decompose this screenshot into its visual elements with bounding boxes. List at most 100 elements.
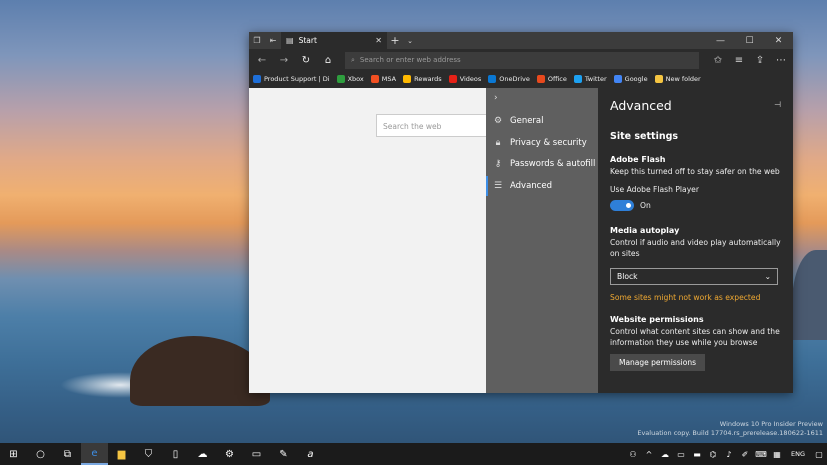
start-page: Search the web — [249, 88, 486, 393]
back-icon[interactable]: ← — [251, 55, 273, 66]
autoplay-select-wrap: Block ⌄ — [610, 268, 785, 285]
network-icon[interactable]: ⌬ — [705, 450, 721, 459]
chevron-right-icon[interactable]: › — [494, 93, 498, 103]
favorite-favicon-icon — [613, 75, 622, 83]
autoplay-warning: Some sites might not work as expected — [610, 293, 761, 302]
favorite-item[interactable]: OneDrive — [488, 75, 530, 83]
home-icon[interactable]: ⌂ — [317, 55, 339, 66]
favorite-item[interactable]: Xbox — [336, 75, 364, 83]
notepad-icon[interactable]: ✎ — [270, 443, 297, 465]
pin-icon[interactable]: ⊣ — [774, 100, 781, 109]
people-icon[interactable]: ⚇ — [625, 450, 641, 459]
battery-icon[interactable]: ▬ — [689, 450, 705, 459]
security-icon[interactable]: ⛉ — [135, 443, 162, 465]
settings-menu-item-privacy[interactable]: 🔒︎ Privacy & security — [486, 133, 598, 153]
phone-icon[interactable]: ▯ — [162, 443, 189, 465]
file-explorer-icon[interactable]: ▆ — [108, 443, 135, 465]
language-indicator[interactable]: ENG — [785, 450, 811, 458]
edge-taskbar-icon[interactable]: e — [81, 443, 108, 465]
flash-toggle-state: On — [640, 201, 651, 210]
favorite-favicon-icon — [654, 75, 663, 83]
volume-icon[interactable]: ♪ — [721, 450, 737, 459]
minimize-icon[interactable]: — — [706, 32, 735, 49]
favorite-label: OneDrive — [499, 75, 530, 83]
favorite-label: Xbox — [347, 75, 364, 83]
autoplay-select[interactable]: Block ⌄ — [610, 268, 778, 285]
flash-description: Keep this turned off to stay safer on th… — [610, 167, 780, 176]
favorite-item[interactable]: MSA — [370, 75, 396, 83]
favorite-item[interactable]: Twitter — [573, 75, 607, 83]
cortana-icon[interactable]: ○ — [27, 443, 54, 465]
pen-icon[interactable]: ✐ — [737, 450, 753, 459]
manage-permissions-button[interactable]: Manage permissions — [610, 354, 705, 371]
share-icon[interactable]: ⇪ — [750, 55, 770, 66]
close-tab-icon[interactable]: ✕ — [375, 36, 382, 45]
flash-heading: Adobe Flash — [610, 155, 666, 164]
permissions-button-wrap: Manage permissions — [610, 354, 785, 371]
hub-icon[interactable]: ≡ — [729, 55, 749, 66]
flash-toggle[interactable] — [610, 200, 634, 211]
edge-window: ❐ ⇤ ▤ Start ✕ + ⌄ — ☐ ✕ ← → ↻ ⌂ ⌕ ✩ ≡ ⇪ … — [249, 32, 793, 393]
refresh-icon[interactable]: ↻ — [295, 55, 317, 66]
autoplay-heading: Media autoplay — [610, 226, 680, 235]
favorite-label: Rewards — [414, 75, 442, 83]
favorite-favicon-icon — [448, 75, 457, 83]
autoplay-description: Control if audio and video play automati… — [610, 238, 781, 258]
favorite-label: Videos — [459, 75, 482, 83]
flash-toggle-label: Use Adobe Flash Player — [610, 185, 699, 194]
page-search-input[interactable]: Search the web — [376, 114, 486, 137]
keyboard-icon[interactable]: ⌨ — [753, 450, 769, 459]
favorite-favicon-icon — [336, 75, 345, 83]
favorite-item[interactable]: Videos — [448, 75, 482, 83]
tab-start[interactable]: ▤ Start ✕ — [281, 32, 387, 49]
tab-manager-icon[interactable]: ❐ — [249, 32, 265, 49]
favorites-icon[interactable]: ✩ — [708, 55, 728, 66]
title-bar: ❐ ⇤ ▤ Start ✕ + ⌄ — ☐ ✕ — [249, 32, 793, 49]
start-icon[interactable]: ⊞ — [0, 443, 27, 465]
settings-menu-item-passwords[interactable]: ⚷ Passwords & autofill — [486, 154, 598, 174]
settings-menu-item-advanced[interactable]: ☰ Advanced — [486, 176, 598, 196]
tab-title: Start — [298, 36, 317, 45]
chevron-down-icon: ⌄ — [764, 272, 771, 281]
browser-content: Search the web › ⚙ General 🔒︎ Privacy & … — [249, 88, 793, 393]
favorite-favicon-icon — [403, 75, 412, 83]
more-icon[interactable]: ⋯ — [771, 55, 791, 66]
permissions-description: Control what content sites can show and … — [610, 327, 780, 347]
favorite-label: New folder — [665, 75, 701, 83]
flash-toggle-row: On — [610, 200, 785, 211]
key-icon: ⚷ — [494, 159, 502, 169]
new-tab-icon[interactable]: + — [387, 32, 403, 49]
advanced-panel: Advanced ⊣ Site settings Adobe Flash Kee… — [598, 88, 793, 393]
chevron-up-icon[interactable]: ^ — [641, 450, 657, 459]
settings-menu: › ⚙ General 🔒︎ Privacy & security ⚷ Pass… — [486, 88, 598, 393]
favorite-favicon-icon — [573, 75, 582, 83]
set-aside-tabs-icon[interactable]: ⇤ — [265, 32, 281, 49]
favorite-item[interactable]: Office — [536, 75, 567, 83]
weather-icon[interactable]: ☁ — [189, 443, 216, 465]
forward-icon[interactable]: → — [273, 55, 295, 66]
favorite-item[interactable]: Rewards — [403, 75, 442, 83]
task-view-icon[interactable]: ⧉ — [54, 443, 81, 465]
sliders-icon: ☰ — [493, 181, 503, 191]
favorite-label: Product Support | Di — [264, 75, 330, 83]
onedrive-icon[interactable]: ☁ — [657, 450, 673, 459]
address-input[interactable] — [359, 56, 660, 64]
touch-keyboard-icon[interactable]: ▦ — [769, 450, 785, 459]
display-icon[interactable]: ▭ — [673, 450, 689, 459]
address-bar[interactable]: ⌕ — [345, 51, 699, 69]
action-center-icon[interactable]: ▢ — [811, 450, 827, 459]
settings-menu-item-general[interactable]: ⚙ General — [486, 111, 598, 131]
settings-icon[interactable]: ⚙ — [216, 443, 243, 465]
close-window-icon[interactable]: ✕ — [764, 32, 793, 49]
search-icon: ⌕ — [351, 55, 355, 64]
chevron-down-icon[interactable]: ⌄ — [403, 32, 417, 49]
favorite-item[interactable]: Google — [613, 75, 648, 83]
maximize-icon[interactable]: ☐ — [735, 32, 764, 49]
site-settings-heading: Site settings — [610, 131, 679, 142]
favorite-item[interactable]: New folder — [654, 75, 701, 83]
favorite-favicon-icon — [536, 75, 545, 83]
favorite-item[interactable]: Product Support | Di — [253, 75, 330, 83]
virtual-machine-icon[interactable]: ▭ — [243, 443, 270, 465]
favorites-bar: Product Support | Di Xbox MSA Rewards Videos… — [249, 71, 793, 87]
handwriting-icon[interactable]: a — [297, 443, 324, 465]
